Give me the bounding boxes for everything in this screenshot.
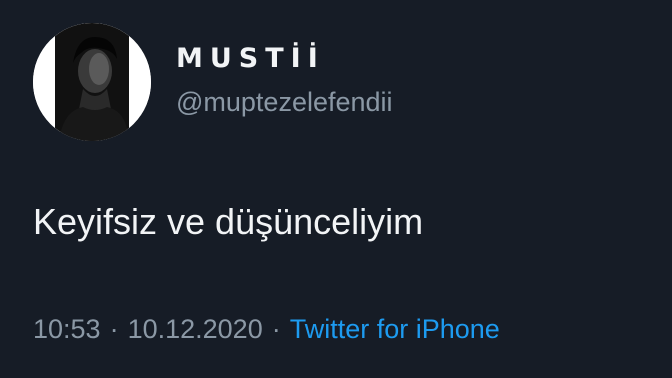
separator-dot: · — [109, 314, 119, 344]
user-handle[interactable]: @muptezelefendii — [176, 86, 393, 118]
separator-dot: · — [271, 314, 281, 344]
tweet-time[interactable]: 10:53 — [33, 314, 101, 344]
avatar-photo — [33, 23, 151, 141]
tweet-text: Keyifsiz ve düşünceliyim — [33, 201, 424, 242]
source-link[interactable]: Twitter for iPhone — [290, 314, 500, 344]
display-name[interactable]: MUSTİİ — [176, 44, 325, 74]
tweet-card: MUSTİİ @muptezelefendii Keyifsiz ve düşü… — [0, 0, 672, 378]
avatar[interactable] — [33, 23, 151, 141]
tweet-metadata: 10:53 · 10.12.2020 · Twitter for iPhone — [33, 312, 500, 346]
tweet-date[interactable]: 10.12.2020 — [128, 314, 263, 344]
